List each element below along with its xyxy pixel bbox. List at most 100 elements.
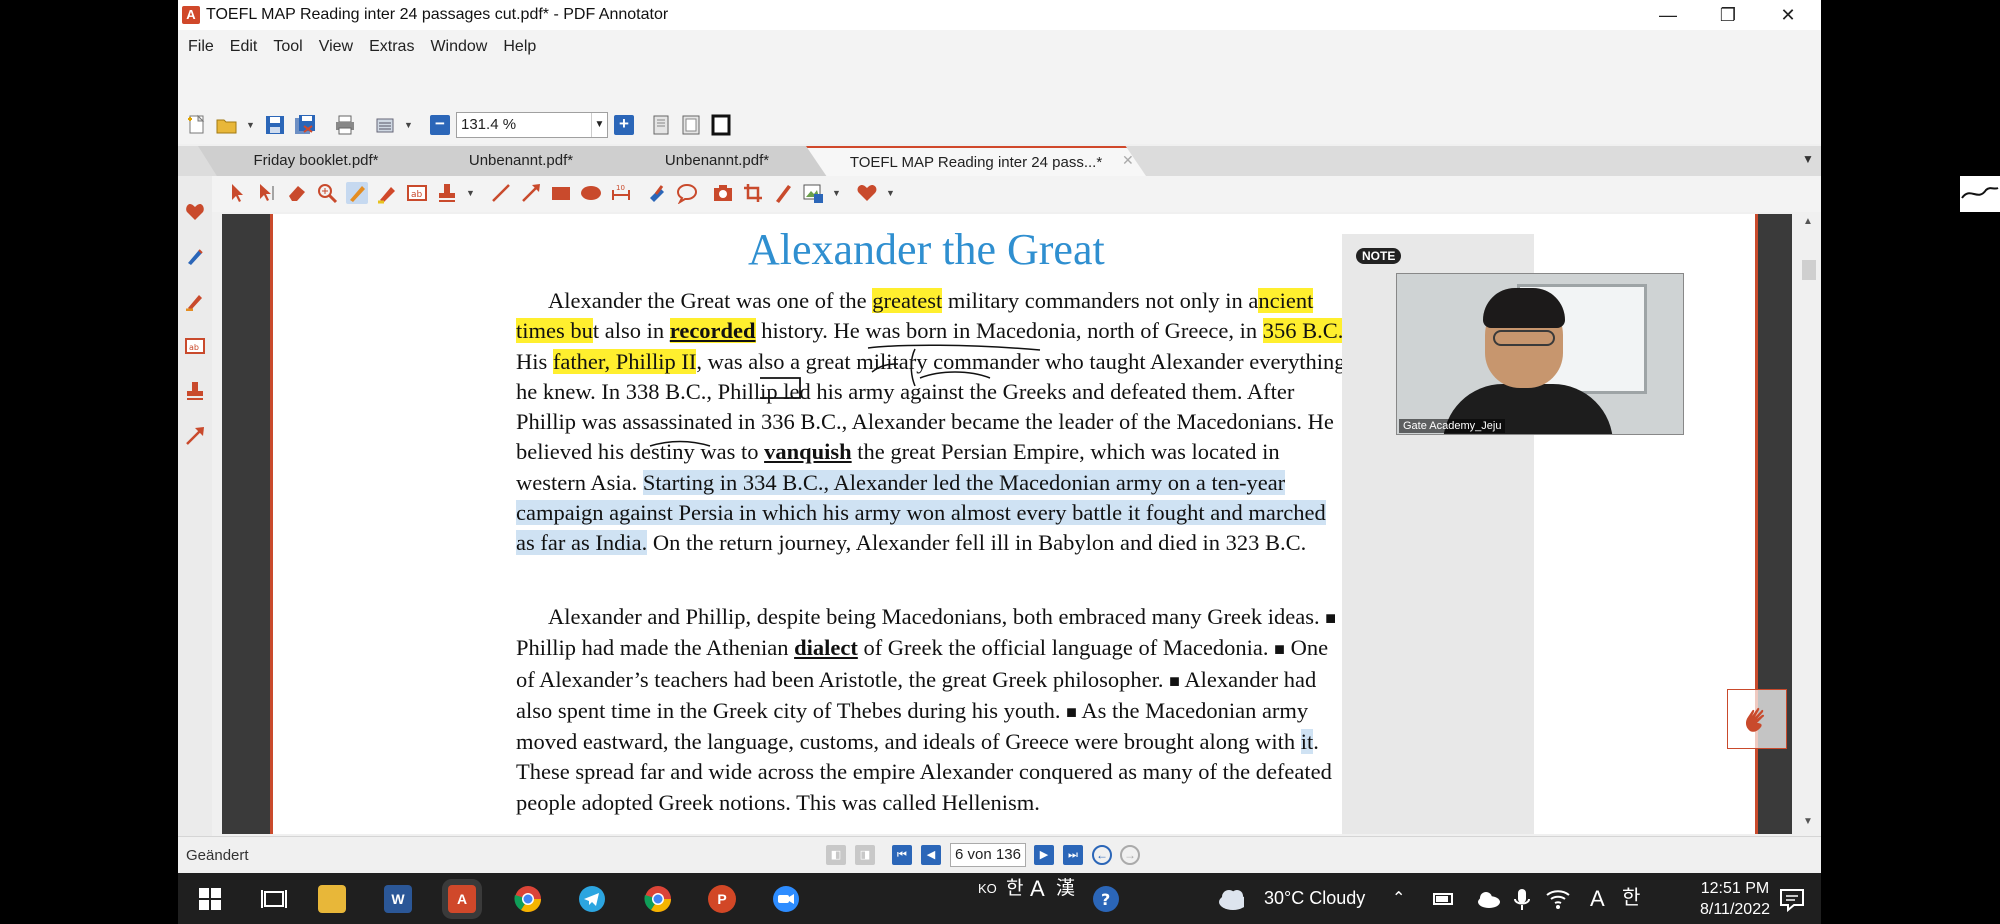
ellipse-icon[interactable] xyxy=(580,182,602,204)
arrow-icon[interactable] xyxy=(185,426,205,446)
select-text-icon[interactable] xyxy=(256,182,278,204)
zoom-icon[interactable] xyxy=(772,885,800,913)
tab-unbenannt-2[interactable]: Unbenannt.pdf* xyxy=(606,146,828,176)
rectangle-icon[interactable] xyxy=(550,182,572,204)
chrome-profile-icon[interactable] xyxy=(644,885,672,913)
ruler-icon[interactable]: 10 xyxy=(610,182,632,204)
zoom-dropdown-icon[interactable]: ▼ xyxy=(591,113,607,137)
ime-hangul[interactable]: 한 xyxy=(1006,863,1023,914)
save-all-icon[interactable] xyxy=(294,114,316,136)
wifi-icon[interactable] xyxy=(1544,885,1572,913)
open-dropdown-icon[interactable]: ▼ xyxy=(246,114,256,136)
favorites-dropdown-icon[interactable]: ▼ xyxy=(886,182,896,204)
tab-unbenannt-1[interactable]: Unbenannt.pdf* xyxy=(410,146,632,176)
note-tag[interactable]: NOTE xyxy=(1356,248,1402,264)
pen-icon[interactable] xyxy=(346,182,368,204)
zoom-in-button[interactable]: + xyxy=(614,115,634,135)
menu-view[interactable]: View xyxy=(319,38,353,56)
arrow-icon[interactable] xyxy=(520,182,542,204)
previous-page-icon[interactable]: ◀ xyxy=(921,845,941,865)
korean-ime-tray[interactable]: 한 xyxy=(1622,873,1640,924)
blue-pen-icon[interactable] xyxy=(185,246,205,266)
page-layout-icon[interactable] xyxy=(374,114,396,136)
microphone-icon[interactable] xyxy=(1510,885,1538,913)
save-icon[interactable] xyxy=(264,114,286,136)
telegram-icon[interactable] xyxy=(578,885,606,913)
onedrive-icon[interactable] xyxy=(1474,885,1502,913)
zoom-out-button[interactable]: − xyxy=(430,115,450,135)
menu-help[interactable]: Help xyxy=(503,38,536,56)
favorites-heart-icon[interactable] xyxy=(856,182,878,204)
comment-bubble-icon[interactable] xyxy=(676,182,698,205)
next-doc-icon[interactable]: ◨ xyxy=(855,845,875,865)
menu-edit[interactable]: Edit xyxy=(230,38,258,56)
scroll-up-icon[interactable]: ▲ xyxy=(1803,216,1813,227)
magnifier-icon[interactable] xyxy=(316,182,338,204)
raise-hand-button[interactable] xyxy=(1727,689,1787,749)
eraser-icon[interactable] xyxy=(286,182,308,204)
tab-close-icon[interactable]: ✕ xyxy=(1122,152,1134,169)
open-folder-icon[interactable] xyxy=(216,114,238,136)
battery-icon[interactable] xyxy=(1432,885,1460,913)
menu-file[interactable]: File xyxy=(188,38,214,56)
camera-icon[interactable] xyxy=(712,182,734,204)
windows-start-icon[interactable] xyxy=(196,885,224,913)
full-screen-icon[interactable] xyxy=(710,114,732,136)
tab-list-dropdown-icon[interactable]: ▼ xyxy=(1802,152,1814,166)
help-icon[interactable]: ? xyxy=(1092,885,1120,913)
history-forward-icon[interactable]: → xyxy=(1120,845,1140,865)
crop-icon[interactable] xyxy=(742,182,764,204)
scroll-down-icon[interactable]: ▼ xyxy=(1803,816,1813,827)
file-explorer-icon[interactable] xyxy=(318,885,346,913)
menu-extras[interactable]: Extras xyxy=(369,38,414,56)
tab-friday-booklet[interactable]: Friday booklet.pdf* xyxy=(198,146,434,176)
pdf-annotator-taskbar-icon[interactable]: A xyxy=(448,885,476,913)
link-icon[interactable] xyxy=(646,182,668,204)
ime-alpha[interactable]: A xyxy=(1030,863,1045,914)
new-document-icon[interactable] xyxy=(186,114,208,136)
highlighter-icon[interactable] xyxy=(376,182,398,204)
chrome-icon[interactable] xyxy=(514,885,542,913)
zoom-select[interactable]: 131.4 % ▼ xyxy=(456,112,608,138)
select-arrow-icon[interactable] xyxy=(226,182,248,204)
stamp-dropdown-icon[interactable]: ▼ xyxy=(466,182,476,204)
menu-window[interactable]: Window xyxy=(430,38,487,56)
system-clock[interactable]: 12:51 PM 8/11/2022 xyxy=(1700,878,1770,920)
orange-highlighter-icon[interactable] xyxy=(185,291,205,311)
last-page-icon[interactable]: ⏭ xyxy=(1063,845,1083,865)
close-button[interactable]: ✕ xyxy=(1758,0,1818,30)
history-back-icon[interactable]: ← xyxy=(1092,845,1112,865)
next-page-icon[interactable]: ▶ xyxy=(1034,845,1054,865)
font-tray-icon[interactable]: A xyxy=(1590,873,1605,924)
image-dropdown-icon[interactable]: ▼ xyxy=(832,182,842,204)
favorites-heart-icon[interactable] xyxy=(185,202,205,222)
first-page-icon[interactable]: ⏮ xyxy=(892,845,912,865)
text-box-icon[interactable]: ab xyxy=(406,182,428,204)
menu-tool[interactable]: Tool xyxy=(273,38,302,56)
word-icon[interactable]: W xyxy=(384,885,412,913)
restore-button[interactable]: ❐ xyxy=(1698,0,1758,30)
vertical-scrollbar[interactable]: ▲ ▼ xyxy=(1800,212,1818,834)
tray-expand-icon[interactable]: ⌃ xyxy=(1392,873,1405,924)
prev-doc-icon[interactable]: ◧ xyxy=(826,845,846,865)
weather-text[interactable]: 30°C Cloudy xyxy=(1264,873,1365,924)
text-box-icon[interactable]: ab xyxy=(185,336,205,356)
stamp-icon[interactable] xyxy=(436,182,458,204)
scroll-thumb[interactable] xyxy=(1802,260,1816,280)
single-page-view-icon[interactable] xyxy=(650,114,672,136)
ime-hanja[interactable]: 漢 xyxy=(1056,863,1075,914)
insert-image-icon[interactable] xyxy=(802,182,824,204)
marker-icon[interactable] xyxy=(772,182,794,204)
fit-page-icon[interactable] xyxy=(680,114,702,136)
minimize-button[interactable]: — xyxy=(1638,0,1698,30)
task-view-icon[interactable] xyxy=(260,885,288,913)
notifications-icon[interactable] xyxy=(1778,885,1806,913)
powerpoint-icon[interactable]: P xyxy=(708,885,736,913)
layout-dropdown-icon[interactable]: ▼ xyxy=(404,114,414,136)
stamp-icon[interactable] xyxy=(185,381,205,401)
tab-toefl-map-reading[interactable]: TOEFL MAP Reading inter 24 pass...* xyxy=(806,146,1146,176)
print-icon[interactable] xyxy=(334,114,356,136)
svg-text:10: 10 xyxy=(616,184,625,192)
line-icon[interactable] xyxy=(490,182,512,204)
input-language[interactable]: KO xyxy=(978,863,997,914)
